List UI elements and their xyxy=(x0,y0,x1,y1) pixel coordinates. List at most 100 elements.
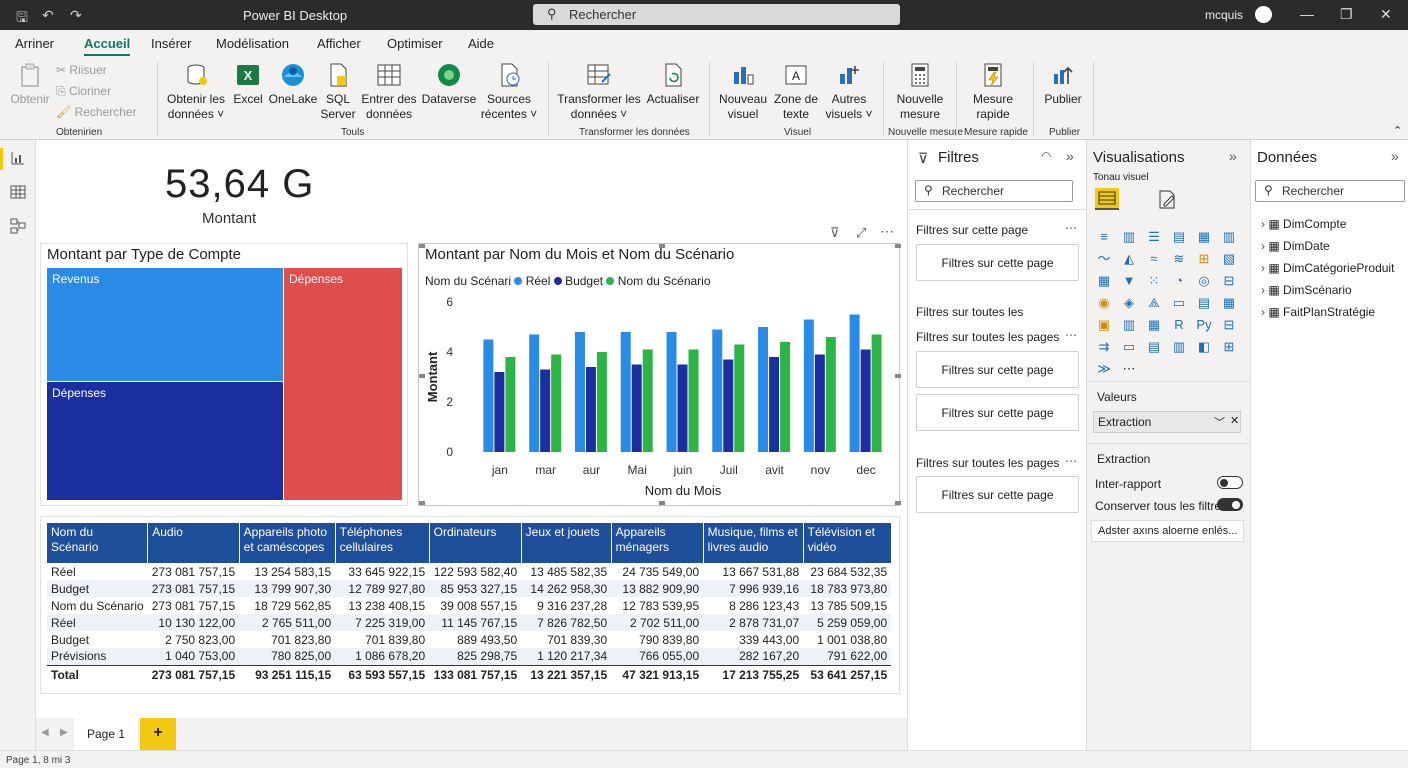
remove-field-icon[interactable]: ✕ xyxy=(1230,414,1239,427)
python-visual-icon[interactable]: Py xyxy=(1196,318,1212,332)
combo-chart-icon[interactable]: ▦ xyxy=(1096,274,1112,288)
chevron-right-icon[interactable]: › xyxy=(1261,239,1265,253)
next-page-icon[interactable]: ▶ xyxy=(60,727,68,738)
table-row[interactable]: Nom du Scénario 273 081 757,15 18 729 562,… xyxy=(47,597,891,614)
bar-Mai-0[interactable] xyxy=(620,332,631,452)
key-influencers-icon[interactable]: ▥ xyxy=(1171,340,1187,354)
add-drillthrough-fields[interactable]: Adster axıns aloerne enlés... xyxy=(1091,520,1244,542)
chevron-right-icon[interactable]: › xyxy=(1261,305,1265,319)
menu-help[interactable]: Aide xyxy=(468,36,494,51)
line-column-icon[interactable]: ▧ xyxy=(1221,252,1237,266)
enter-data-button[interactable]: Entrer des données xyxy=(358,62,420,122)
bar-nov-2[interactable] xyxy=(825,337,836,452)
table-row[interactable]: Budget 2 750 823,00 701 823,80 701 839,80 88… xyxy=(47,631,891,648)
resize-handle[interactable] xyxy=(419,501,425,505)
bar-juin-2[interactable] xyxy=(688,349,699,453)
bar-aur-0[interactable] xyxy=(574,332,585,452)
column-header[interactable]: Ordinateurs xyxy=(429,523,522,563)
table-item[interactable]: › ▦ DimDate xyxy=(1261,239,1330,253)
matrix-icon[interactable]: ⊟ xyxy=(1221,318,1237,332)
more-visuals-button[interactable]: Autres visuels ˅ xyxy=(824,62,874,122)
keep-filters-toggle[interactable] xyxy=(1217,498,1243,511)
bar-chart-visual[interactable]: Montant par Nom du Mois et Nom du Scénar… xyxy=(418,243,901,506)
bar-aur-1[interactable] xyxy=(585,367,596,452)
column-header[interactable]: Appareils photo et caméscopes xyxy=(239,523,336,563)
menu-insert[interactable]: Insérer xyxy=(151,36,191,51)
text-box-button[interactable]: A Zone de texte xyxy=(772,62,820,122)
bar-Mai-1[interactable] xyxy=(631,364,642,453)
power-automate-icon[interactable]: ≫ xyxy=(1096,362,1112,376)
onelake-button[interactable]: OneLake xyxy=(268,62,318,107)
donut-chart-icon[interactable]: ◎ xyxy=(1196,274,1212,288)
stacked-column-100-icon[interactable]: ▥ xyxy=(1221,230,1237,244)
bar-Mai-2[interactable] xyxy=(642,349,653,453)
collapse-data-icon[interactable]: » xyxy=(1391,148,1399,164)
model-view-icon[interactable] xyxy=(10,218,26,234)
column-header[interactable]: Jeux et jouets xyxy=(521,523,612,563)
more-options-icon[interactable]: ⋯ xyxy=(1065,221,1077,235)
menu-optimize[interactable]: Optimiser xyxy=(387,36,443,51)
bar-juin-1[interactable] xyxy=(677,364,688,453)
collapse-ribbon-icon[interactable]: ⌃ xyxy=(1393,124,1402,137)
page-tab-1[interactable]: Page 1 xyxy=(74,718,138,750)
table-row[interactable]: Prévisions 1 040 753,00 780 825,00 1 086 67… xyxy=(47,648,892,665)
data-search-input[interactable]: ⚲ Rechercher xyxy=(1255,180,1405,202)
bar-juin-0[interactable] xyxy=(666,332,677,452)
table-item[interactable]: › ▦ DimCatégorieProduit xyxy=(1261,261,1394,275)
more-options-icon[interactable]: ⋯ xyxy=(1065,328,1077,342)
paste-button[interactable]: Obtenir xyxy=(10,62,50,107)
table-row[interactable]: Budget 273 081 757,15 13 799 907,30 12 789 … xyxy=(47,580,892,597)
chevron-right-icon[interactable]: › xyxy=(1261,217,1265,231)
paginated-report-icon[interactable]: ▤ xyxy=(1146,340,1162,354)
bar-dec-2[interactable] xyxy=(871,334,882,453)
filters-search-input[interactable]: ⚲ Rechercher xyxy=(915,180,1073,202)
column-header[interactable]: Télévision et vidéo xyxy=(803,523,892,563)
format-visual-tab[interactable] xyxy=(1155,188,1179,210)
treemap-visual[interactable]: Montant par Type de Compte Revenus Dépen… xyxy=(40,243,408,506)
filled-map-icon[interactable]: ◈ xyxy=(1121,296,1137,310)
bar-avit-2[interactable] xyxy=(780,342,791,452)
chevron-right-icon[interactable]: › xyxy=(1261,283,1265,297)
slicer-icon[interactable]: ▥ xyxy=(1121,318,1137,332)
kpi-icon[interactable]: ▣ xyxy=(1096,318,1112,332)
cut-button[interactable]: ✂ Riisuer xyxy=(56,63,107,78)
card-icon[interactable]: ▤ xyxy=(1196,296,1212,310)
publish-button[interactable]: Publier xyxy=(1040,62,1086,107)
bar-aur-2[interactable] xyxy=(596,352,607,452)
sql-server-button[interactable]: SQL Server xyxy=(320,62,356,122)
table-item[interactable]: › ▦ DimScénario xyxy=(1261,283,1352,297)
refresh-button[interactable]: Actualiser xyxy=(645,62,701,107)
bar-Juil-0[interactable] xyxy=(712,329,723,453)
get-data-button[interactable]: Obtenir les données ˅ xyxy=(163,62,229,122)
add-page-button[interactable]: + xyxy=(140,718,176,750)
resize-handle[interactable] xyxy=(895,374,901,378)
bar-Juil-1[interactable] xyxy=(723,359,734,453)
more-visuals-icon[interactable]: ⋯ xyxy=(1121,362,1137,376)
bar-jan-1[interactable] xyxy=(494,372,505,452)
column-header[interactable]: Nom du Scénario xyxy=(47,523,149,563)
table-row[interactable]: Réel 273 081 757,15 13 254 583,15 33 645 92… xyxy=(47,563,891,580)
resize-handle[interactable] xyxy=(895,244,901,248)
undo-icon[interactable]: ↶ xyxy=(42,7,54,24)
filter-card[interactable]: Filtres sur cette page xyxy=(916,351,1079,388)
chevron-down-icon[interactable]: ﹀ xyxy=(1214,414,1225,430)
bar-dec-0[interactable] xyxy=(849,314,860,453)
column-header[interactable]: Audio xyxy=(147,523,240,563)
resize-handle[interactable] xyxy=(419,244,425,248)
stacked-area-icon[interactable]: ≈ xyxy=(1146,252,1162,266)
bar-nov-0[interactable] xyxy=(803,319,814,453)
collapse-viz-icon[interactable]: » xyxy=(1229,148,1237,164)
redo-icon[interactable]: ↷ xyxy=(70,7,82,24)
power-apps-icon[interactable]: ⊞ xyxy=(1221,340,1237,354)
table-item[interactable]: › ▦ DimCompte xyxy=(1261,217,1346,231)
collapse-filters-icon[interactable]: » xyxy=(1066,148,1074,164)
table-icon[interactable]: ▦ xyxy=(1146,318,1162,332)
close-icon[interactable]: ✕ xyxy=(1380,6,1392,23)
filter-card[interactable]: Filtres sur cette page xyxy=(916,244,1079,281)
excel-button[interactable]: X Excel xyxy=(231,62,265,107)
decomposition-tree-icon[interactable]: ⇉ xyxy=(1096,340,1112,354)
quick-measure-button[interactable]: Mesure rapide xyxy=(962,62,1024,122)
focus-mode-icon[interactable]: ⤢ xyxy=(856,225,866,241)
menu-modeling[interactable]: Modélisation xyxy=(216,36,289,51)
transform-data-button[interactable]: Transformer les données ˅ xyxy=(556,62,642,122)
